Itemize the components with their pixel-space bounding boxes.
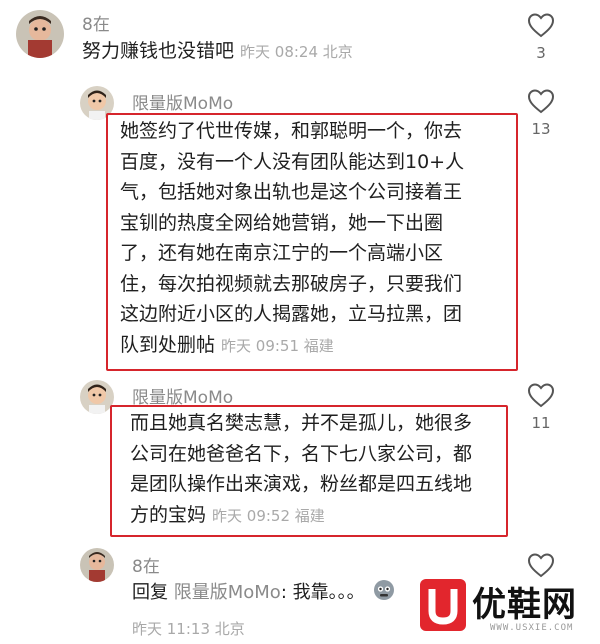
comment-username[interactable]: 8在: [132, 552, 160, 577]
comment-line: 宝钏的热度全网给她营销，她一下出圈: [120, 211, 444, 234]
comment-username[interactable]: 限量版MoMo: [132, 89, 233, 114]
comment-line: 这边附近小区的人揭露她，立马拉黑，团: [120, 303, 463, 325]
comment-line: 住，每次拍视频就去那破房子，只要我们: [120, 272, 463, 295]
comment-line: 方的宝妈: [130, 503, 207, 526]
comment-body: 努力赚钱也没错吧 昨天 08:24 北京: [82, 36, 353, 68]
comment-line: 是团队操作出来演戏，粉丝都是四五线地: [130, 473, 473, 495]
emoji-sweat-icon: [373, 579, 395, 601]
comment-line: 百度，没有一个人没有团队能达到10+人: [120, 150, 465, 173]
comment-text: 努力赚钱也没错吧: [82, 40, 235, 62]
watermark-logo: 优鞋网 WWW.USXIE.COM: [420, 577, 600, 644]
comment-timestamp: 昨天 09:51 福建: [221, 336, 334, 355]
like-count: 3: [536, 44, 546, 62]
comment-line: 她签约了代世传媒，和郭聪明一个，你去: [120, 120, 463, 142]
reply-prefix: 回复: [132, 582, 168, 603]
comment-username[interactable]: 8在: [82, 10, 110, 35]
heart-icon[interactable]: [527, 382, 555, 408]
comment-timestamp: 昨天 11:13 北京: [132, 620, 245, 638]
comment-line: 公司在她爸爸名下，名下七八家公司，都: [130, 442, 473, 465]
avatar[interactable]: [80, 380, 114, 414]
avatar[interactable]: [80, 548, 114, 582]
comment-line: 了，还有她在南京江宁的一个高端小区: [120, 242, 444, 264]
comment-line: 队到处删帖: [120, 333, 216, 356]
avatar[interactable]: [16, 10, 64, 58]
heart-icon[interactable]: [527, 552, 555, 578]
watermark-brand: 优鞋网: [472, 585, 577, 625]
comment-body: 她签约了代世传媒，和郭聪明一个，你去 百度，没有一个人没有团队能达到10+人 气…: [120, 116, 515, 361]
reply-target[interactable]: 限量版MoMo: [174, 582, 281, 603]
comment-body: 而且她真名樊志慧，并不是孤儿，她很多 公司在她爸爸名下，名下七八家公司，都 是团…: [130, 408, 505, 531]
like-count: 13: [531, 120, 551, 138]
comment-line: 而且她真名樊志慧，并不是孤儿，她很多: [130, 412, 473, 434]
reply-text: : 我靠。。。: [280, 582, 365, 603]
comment-timestamp: 昨天 09:52 福建: [212, 506, 325, 525]
like-count: 11: [531, 414, 551, 432]
watermark-url: WWW.USXIE.COM: [490, 623, 574, 633]
comment-line: 气，包括她对象出轨也是这个公司接着王: [120, 181, 463, 203]
heart-icon[interactable]: [527, 12, 555, 38]
logo-mark-icon: [420, 579, 466, 631]
heart-icon[interactable]: [527, 88, 555, 114]
comment-body: 回复 限量版MoMo: 我靠。。。: [132, 578, 395, 609]
comment-timestamp: 昨天 08:24 北京: [240, 43, 353, 61]
